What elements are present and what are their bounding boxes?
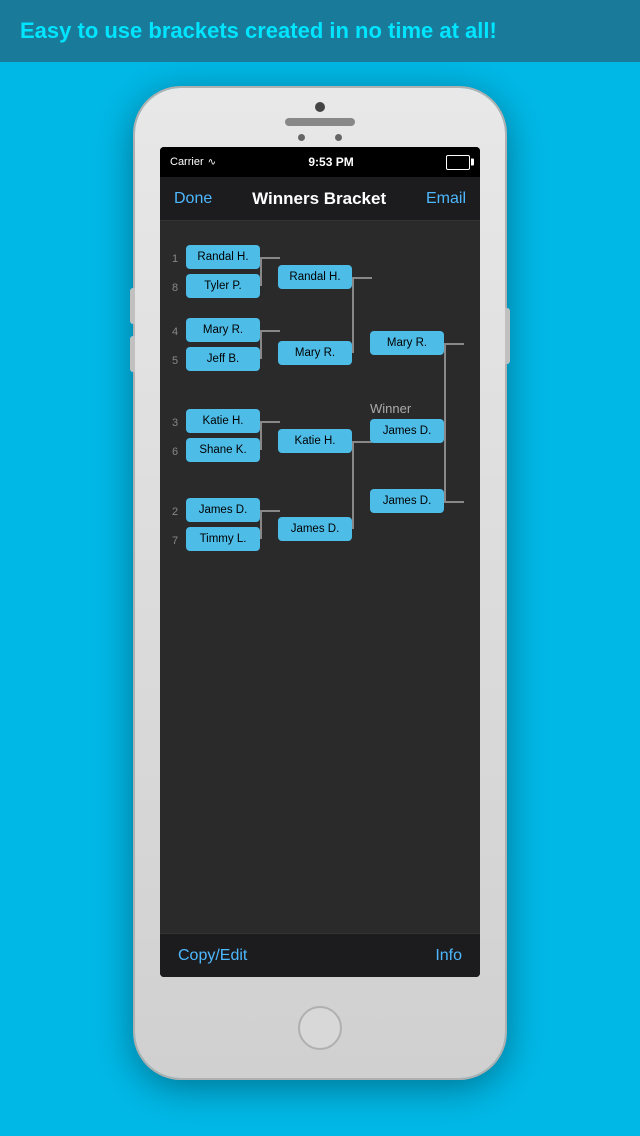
r3-box-2[interactable]: James D.	[370, 489, 444, 513]
conn-r1-m3-v	[260, 421, 262, 450]
r1-box-8[interactable]: Tyler P.	[186, 274, 260, 298]
seed-5: 5	[172, 355, 178, 367]
phone-speaker	[285, 118, 355, 126]
r1-box-2[interactable]: James D.	[186, 498, 260, 522]
r1-box-4[interactable]: Mary R.	[186, 318, 260, 342]
r1-box-5[interactable]: Jeff B.	[186, 347, 260, 371]
nav-title: Winners Bracket	[252, 189, 386, 209]
winner-label: Winner	[370, 401, 411, 416]
conn-r1-m4-v	[260, 510, 262, 539]
conn-r1-m1-h	[260, 257, 280, 259]
r1-box-6[interactable]: Shane K.	[186, 438, 260, 462]
conn-r2-t-h	[352, 277, 372, 279]
status-bar: Carrier ∿ 9:53 PM	[160, 147, 480, 177]
phone-frame: Carrier ∿ 9:53 PM Done Winners Bracket E…	[135, 88, 505, 1078]
volume-up-button	[130, 288, 135, 324]
winner-box[interactable]: James D.	[370, 419, 444, 443]
conn-r1-m4-h	[260, 510, 280, 512]
front-camera	[315, 102, 325, 112]
power-button	[505, 308, 510, 364]
volume-down-button	[130, 336, 135, 372]
status-time: 9:53 PM	[308, 155, 353, 169]
seed-2: 2	[172, 506, 178, 518]
r2-box-3[interactable]: Katie H.	[278, 429, 352, 453]
r1-box-1[interactable]: Randal H.	[186, 245, 260, 269]
sensor-dot-right	[335, 134, 342, 141]
battery-icon	[446, 155, 470, 170]
phone-screen: Carrier ∿ 9:53 PM Done Winners Bracket E…	[160, 147, 480, 977]
conn-r1-m2-v	[260, 330, 262, 359]
conn-r2-t-v	[352, 277, 354, 353]
r3-box-1[interactable]: Mary R.	[370, 331, 444, 355]
phone-home-area	[298, 977, 342, 1078]
wifi-icon: ∿	[208, 157, 216, 168]
r1-box-7[interactable]: Timmy L.	[186, 527, 260, 551]
carrier-name: Carrier	[170, 156, 204, 168]
carrier-info: Carrier ∿	[170, 156, 216, 168]
r2-box-2[interactable]: Mary R.	[278, 341, 352, 365]
conn-r2-b-h	[352, 441, 372, 443]
seed-7: 7	[172, 535, 178, 547]
seed-3: 3	[172, 417, 178, 429]
conn-r1-m1-v	[260, 257, 262, 286]
copy-edit-button[interactable]: Copy/Edit	[178, 947, 247, 965]
sensor-dot-left	[298, 134, 305, 141]
r2-box-1[interactable]: Randal H.	[278, 265, 352, 289]
seed-6: 6	[172, 446, 178, 458]
bracket-area: 1 8 4 5 3 6 2 7 Randal H. Tyler P. Mary …	[160, 221, 480, 933]
info-button[interactable]: Info	[435, 947, 462, 965]
r1-box-3[interactable]: Katie H.	[186, 409, 260, 433]
conn-r1-m2-h	[260, 330, 280, 332]
seed-8: 8	[172, 282, 178, 294]
phone-sensors	[298, 134, 342, 141]
conn-r3-v	[444, 343, 446, 501]
seed-1: 1	[172, 253, 178, 265]
done-button[interactable]: Done	[174, 190, 212, 208]
phone-top-hardware	[135, 88, 505, 141]
r2-box-4[interactable]: James D.	[278, 517, 352, 541]
conn-r3-t-h	[444, 343, 464, 345]
seed-4: 4	[172, 326, 178, 338]
nav-bar: Done Winners Bracket Email	[160, 177, 480, 221]
bottom-toolbar: Copy/Edit Info	[160, 933, 480, 977]
home-button[interactable]	[298, 1006, 342, 1050]
email-button[interactable]: Email	[426, 190, 466, 208]
conn-r1-m3-h	[260, 421, 280, 423]
banner-text: Easy to use brackets created in no time …	[20, 18, 497, 43]
conn-r2-b-v	[352, 441, 354, 529]
conn-r3-b-h	[444, 501, 464, 503]
top-banner: Easy to use brackets created in no time …	[0, 0, 640, 62]
